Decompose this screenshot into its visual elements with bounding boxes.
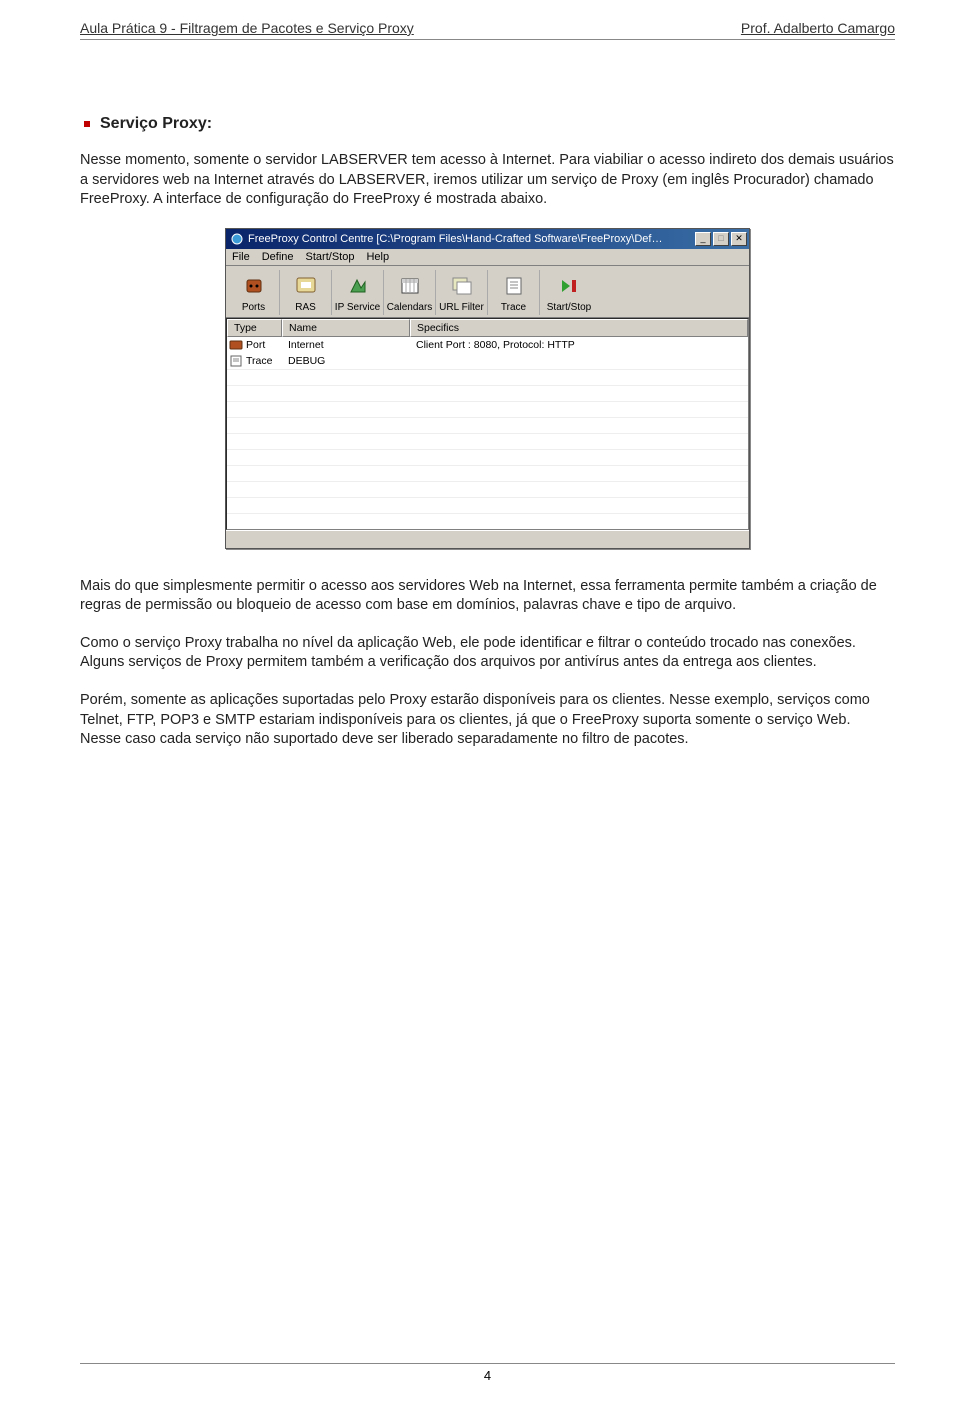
tool-urlfilter[interactable]: URL Filter	[436, 270, 488, 315]
row-name: Internet	[282, 339, 410, 351]
paragraph-1: Nesse momento, somente o servidor LABSER…	[80, 151, 895, 210]
list-blank-row	[227, 401, 748, 417]
section-title-row: Serviço Proxy:	[80, 115, 895, 133]
list-blank-row	[227, 481, 748, 497]
menu-startstop[interactable]: Start/Stop	[306, 251, 355, 263]
tool-urlfilter-label: URL Filter	[436, 302, 487, 313]
tool-calendars[interactable]: Calendars	[384, 270, 436, 315]
ipservice-icon	[332, 272, 383, 300]
app-icon	[230, 232, 244, 246]
page-header: Aula Prática 9 - Filtragem de Pacotes e …	[80, 20, 895, 36]
row-type: Port	[246, 339, 265, 351]
col-name[interactable]: Name	[282, 319, 410, 337]
bullet-icon	[84, 121, 90, 127]
list-header: Type Name Specifics	[227, 319, 748, 337]
trace-icon	[488, 272, 539, 300]
tool-ipservice[interactable]: IP Service	[332, 270, 384, 315]
window-titlebar: FreeProxy Control Centre [C:\Program Fil…	[226, 229, 749, 249]
ras-icon	[280, 272, 331, 300]
window-title: FreeProxy Control Centre [C:\Program Fil…	[248, 233, 662, 245]
list-row[interactable]: Port Internet Client Port : 8080, Protoc…	[227, 337, 748, 353]
list-row[interactable]: Trace DEBUG	[227, 353, 748, 369]
tool-ports[interactable]: Ports	[228, 270, 280, 315]
menubar: File Define Start/Stop Help	[226, 249, 749, 266]
col-specifics[interactable]: Specifics	[410, 319, 748, 337]
list-blank-row	[227, 449, 748, 465]
list-blank-row	[227, 417, 748, 433]
statusbar	[226, 530, 749, 548]
tool-trace[interactable]: Trace	[488, 270, 540, 315]
list-blank-row	[227, 497, 748, 513]
maximize-button[interactable]: □	[713, 232, 729, 246]
list-blank-row	[227, 369, 748, 385]
ports-icon	[228, 272, 279, 300]
row-name: DEBUG	[282, 355, 410, 367]
trace-row-icon	[229, 355, 243, 367]
tool-calendars-label: Calendars	[384, 302, 435, 313]
port-row-icon	[229, 339, 243, 351]
freeproxy-window: FreeProxy Control Centre [C:\Program Fil…	[225, 228, 750, 549]
row-specifics: Client Port : 8080, Protocol: HTTP	[410, 339, 748, 351]
paragraph-3: Como o serviço Proxy trabalha no nível d…	[80, 634, 895, 673]
page-number: 4	[484, 1368, 491, 1383]
menu-file[interactable]: File	[232, 251, 250, 263]
list-blank-row	[227, 513, 748, 529]
paragraph-4: Porém, somente as aplicações suportadas …	[80, 691, 895, 750]
urlfilter-icon	[436, 272, 487, 300]
tool-ras[interactable]: RAS	[280, 270, 332, 315]
row-type-cell: Port	[227, 339, 282, 351]
col-type[interactable]: Type	[227, 319, 282, 337]
list-blank-row	[227, 385, 748, 401]
row-type: Trace	[246, 355, 272, 367]
tool-ras-label: RAS	[280, 302, 331, 313]
page-footer: 4	[80, 1363, 895, 1383]
tool-ports-label: Ports	[228, 302, 279, 313]
app-screenshot: FreeProxy Control Centre [C:\Program Fil…	[80, 228, 895, 549]
menu-help[interactable]: Help	[366, 251, 389, 263]
minimize-button[interactable]: _	[695, 232, 711, 246]
menu-define[interactable]: Define	[262, 251, 294, 263]
list-blank-row	[227, 465, 748, 481]
tool-trace-label: Trace	[488, 302, 539, 313]
paragraph-2: Mais do que simplesmente permitir o aces…	[80, 577, 895, 616]
header-right: Prof. Adalberto Camargo	[741, 20, 895, 36]
header-rule	[80, 39, 895, 40]
calendars-icon	[384, 272, 435, 300]
list-blank-row	[227, 433, 748, 449]
tool-startstop[interactable]: Start/Stop	[540, 270, 598, 315]
toolbar: Ports RAS	[226, 266, 749, 318]
list-area: Type Name Specifics Port Internet Client…	[226, 318, 749, 530]
section-title: Serviço Proxy:	[100, 115, 212, 133]
tool-startstop-label: Start/Stop	[540, 302, 598, 313]
row-type-cell: Trace	[227, 355, 282, 367]
startstop-icon	[540, 272, 598, 300]
tool-ipservice-label: IP Service	[332, 302, 383, 313]
header-left: Aula Prática 9 - Filtragem de Pacotes e …	[80, 20, 414, 36]
close-button[interactable]: ✕	[731, 232, 747, 246]
